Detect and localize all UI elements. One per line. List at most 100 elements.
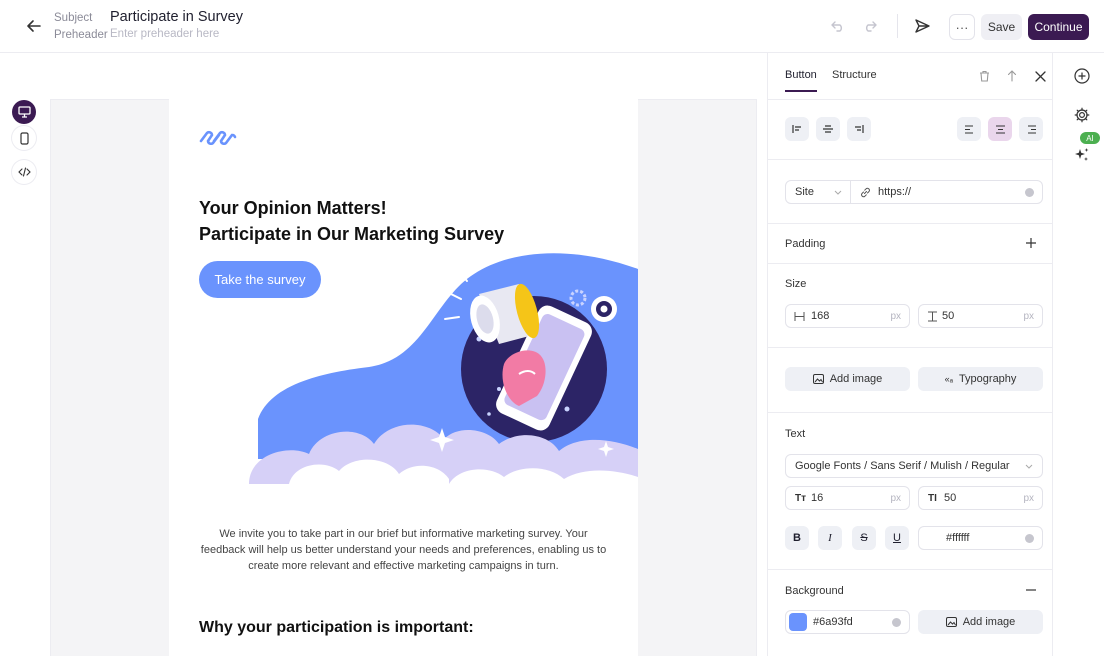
clear-icon[interactable]	[1025, 188, 1034, 197]
clear-icon[interactable]	[1025, 534, 1034, 543]
link-url-input[interactable]: https://	[851, 180, 1043, 204]
line-height-icon: TI	[928, 492, 937, 504]
align-left-icon	[964, 124, 973, 134]
line-height-input[interactable]: TI 50 px	[918, 486, 1043, 510]
height-icon	[928, 311, 937, 322]
subject-label: Subject	[54, 12, 93, 24]
strikethrough-icon: S	[860, 532, 868, 544]
background-color-input[interactable]: #6a93fd	[785, 610, 910, 634]
strikethrough-button[interactable]: S	[852, 526, 876, 550]
height-input[interactable]: 50 px	[918, 304, 1043, 328]
align-right-button[interactable]	[1019, 117, 1043, 141]
mobile-view-button[interactable]	[12, 126, 36, 150]
font-select[interactable]: Google Fonts / Sans Serif / Mulish / Reg…	[785, 454, 1043, 478]
image-icon	[812, 374, 824, 384]
font-size-input[interactable]: Tт 16 px	[785, 486, 910, 510]
bold-button[interactable]: B	[785, 526, 809, 550]
add-image-label: Add image	[829, 373, 883, 385]
add-image-button[interactable]: Add image	[785, 367, 910, 391]
add-padding-icon[interactable]	[1021, 233, 1041, 253]
link-type-value: Site	[795, 186, 814, 198]
link-type-select[interactable]: Site	[785, 180, 851, 204]
email-body-text[interactable]: We invite you to take part in our brief …	[199, 526, 608, 574]
typography-button[interactable]: «ₐ Typography	[918, 367, 1043, 391]
typography-icon: «ₐ	[944, 374, 953, 384]
align-bottom-button[interactable]	[847, 117, 871, 141]
height-value: 50	[942, 310, 955, 322]
font-size-value: 16	[811, 492, 824, 504]
clear-icon[interactable]	[892, 618, 901, 627]
height-unit: px	[1023, 310, 1034, 322]
toolbar-divider	[897, 14, 898, 38]
chevron-down-icon	[1025, 464, 1033, 469]
subject-field[interactable]: Participate in Survey	[110, 9, 243, 25]
image-icon	[945, 617, 957, 627]
background-color-value: #6a93fd	[813, 616, 853, 628]
continue-button[interactable]: Continue	[1028, 14, 1089, 40]
background-color-swatch[interactable]	[789, 613, 807, 631]
email-subheading[interactable]: Why your participation is important:	[199, 619, 474, 637]
button-settings-panel: Button Structure Site https:// Padding S…	[767, 53, 1053, 656]
align-middle-icon	[823, 125, 833, 133]
tab-button[interactable]: Button	[785, 69, 817, 92]
align-top-button[interactable]	[785, 117, 809, 141]
font-value: Google Fonts / Sans Serif / Mulish / Reg…	[795, 460, 1010, 472]
preheader-label: Preheader	[54, 29, 108, 41]
more-options-button[interactable]: ···	[949, 14, 975, 40]
background-label: Background	[785, 585, 844, 597]
trash-icon[interactable]	[974, 66, 994, 86]
width-unit: px	[890, 310, 901, 322]
align-middle-button[interactable]	[816, 117, 840, 141]
add-block-icon[interactable]	[1072, 66, 1092, 86]
code-view-button[interactable]	[12, 160, 36, 184]
link-url-value: https://	[878, 186, 912, 198]
text-color-input[interactable]: #ffffff	[918, 526, 1043, 550]
text-color-value: #ffffff	[946, 532, 970, 544]
desktop-icon	[17, 106, 31, 118]
desktop-view-button[interactable]	[12, 100, 36, 124]
padding-label: Padding	[785, 238, 826, 250]
text-color-swatch[interactable]	[926, 531, 940, 545]
divider	[768, 263, 1052, 264]
link-icon	[861, 187, 870, 198]
collapse-background-icon[interactable]	[1021, 580, 1041, 600]
close-icon[interactable]	[1030, 66, 1050, 86]
align-bottom-icon	[855, 125, 864, 133]
settings-gear-icon[interactable]	[1072, 105, 1092, 125]
divider	[768, 412, 1052, 413]
align-center-icon	[995, 124, 1005, 134]
ai-badge: AI	[1080, 132, 1100, 144]
underline-button[interactable]: U	[885, 526, 909, 550]
take-survey-button[interactable]: Take the survey	[199, 261, 321, 298]
text-label: Text	[785, 428, 806, 440]
brand-logo	[199, 129, 237, 150]
line-height-unit: px	[1023, 492, 1034, 504]
save-button[interactable]: Save	[981, 14, 1022, 40]
font-size-unit: px	[890, 492, 901, 504]
typography-label: Typography	[958, 373, 1017, 385]
line-height-value: 50	[944, 492, 957, 504]
divider	[768, 569, 1052, 570]
preheader-input[interactable]	[110, 28, 310, 40]
code-icon	[17, 167, 31, 177]
width-input[interactable]: 168 px	[785, 304, 910, 328]
align-center-button[interactable]	[988, 117, 1012, 141]
italic-button[interactable]: I	[818, 526, 842, 550]
divider	[768, 99, 1052, 100]
email-preview: Your Opinion Matters! Participate in Our…	[169, 99, 638, 656]
send-test-icon[interactable]	[910, 14, 934, 38]
italic-icon: I	[828, 532, 832, 544]
undo-icon[interactable]	[826, 14, 850, 38]
divider	[768, 159, 1052, 160]
tab-structure[interactable]: Structure	[832, 69, 877, 90]
divider	[768, 347, 1052, 348]
redo-icon[interactable]	[858, 14, 882, 38]
align-left-button[interactable]	[957, 117, 981, 141]
back-arrow-icon[interactable]	[22, 14, 46, 38]
background-add-image-button[interactable]: Add image	[918, 610, 1043, 634]
move-up-icon[interactable]	[1002, 66, 1022, 86]
background-add-image-label: Add image	[962, 616, 1016, 628]
mobile-icon	[19, 131, 29, 145]
chevron-down-icon	[834, 190, 842, 195]
ai-sparkle-icon[interactable]	[1072, 145, 1092, 165]
